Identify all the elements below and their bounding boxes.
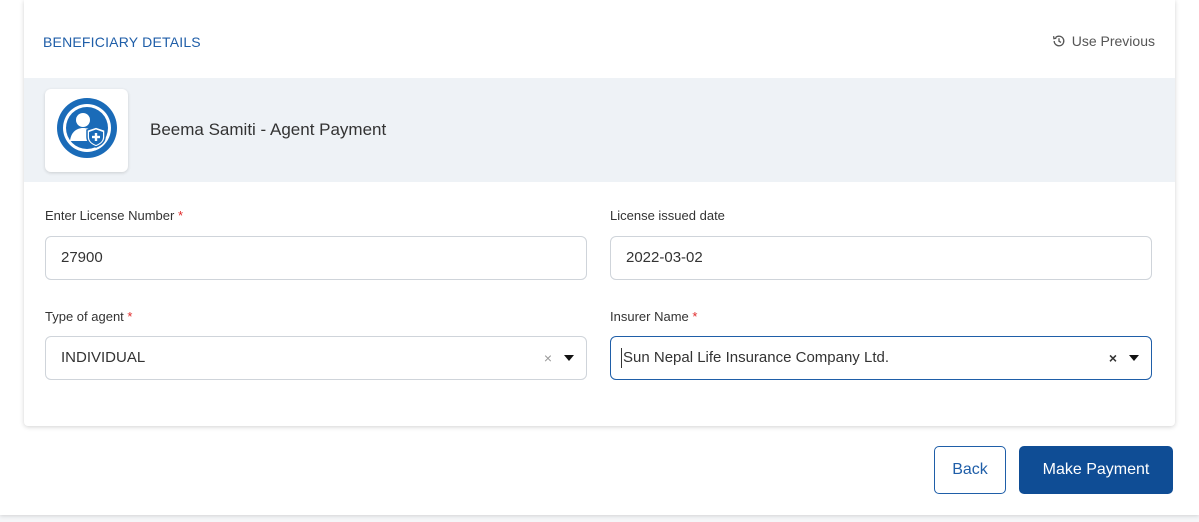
agent-type-label: Type of agent * bbox=[45, 309, 132, 324]
insurance-agent-shield-icon bbox=[54, 95, 120, 166]
insurer-name-value: Sun Nepal Life Insurance Company Ltd. bbox=[623, 349, 889, 366]
clear-icon[interactable]: × bbox=[1109, 337, 1117, 379]
license-date-input[interactable]: 2022-03-02 bbox=[610, 236, 1152, 280]
service-band: Beema Samiti - Agent Payment bbox=[24, 78, 1175, 182]
agent-type-label-text: Type of agent bbox=[45, 309, 124, 324]
license-date-value: 2022-03-02 bbox=[626, 249, 703, 266]
license-number-label: Enter License Number * bbox=[45, 208, 183, 223]
agent-type-value: INDIVIDUAL bbox=[61, 349, 146, 366]
insurer-name-select[interactable]: Sun Nepal Life Insurance Company Ltd. × bbox=[610, 336, 1152, 380]
license-date-label: License issued date bbox=[610, 208, 725, 223]
required-mark: * bbox=[127, 309, 133, 324]
insurer-name-label-text: Insurer Name bbox=[610, 309, 689, 324]
insurer-name-label: Insurer Name * bbox=[610, 309, 697, 324]
back-button[interactable]: Back bbox=[934, 446, 1006, 494]
use-previous-label: Use Previous bbox=[1071, 33, 1155, 49]
license-number-value: 27900 bbox=[61, 249, 103, 266]
license-number-input[interactable]: 27900 bbox=[45, 236, 587, 280]
required-mark: * bbox=[692, 309, 698, 324]
clear-icon[interactable]: × bbox=[544, 337, 552, 379]
text-cursor bbox=[621, 348, 622, 369]
chevron-down-icon[interactable] bbox=[564, 355, 574, 361]
card-title: BENEFICIARY DETAILS bbox=[43, 34, 201, 50]
license-number-label-text: Enter License Number bbox=[45, 208, 175, 223]
make-payment-button[interactable]: Make Payment bbox=[1019, 446, 1173, 494]
agent-type-select[interactable]: INDIVIDUAL × bbox=[45, 336, 587, 380]
service-name: Beema Samiti - Agent Payment bbox=[150, 120, 387, 139]
use-previous-link[interactable]: Use Previous bbox=[1052, 33, 1155, 49]
required-mark: * bbox=[177, 208, 184, 223]
license-date-label-text: License issued date bbox=[610, 208, 725, 223]
service-logo bbox=[45, 89, 128, 172]
history-icon bbox=[1052, 34, 1066, 48]
chevron-down-icon[interactable] bbox=[1129, 355, 1139, 361]
card-header: BENEFICIARY DETAILS Use Previous bbox=[24, 0, 1175, 78]
